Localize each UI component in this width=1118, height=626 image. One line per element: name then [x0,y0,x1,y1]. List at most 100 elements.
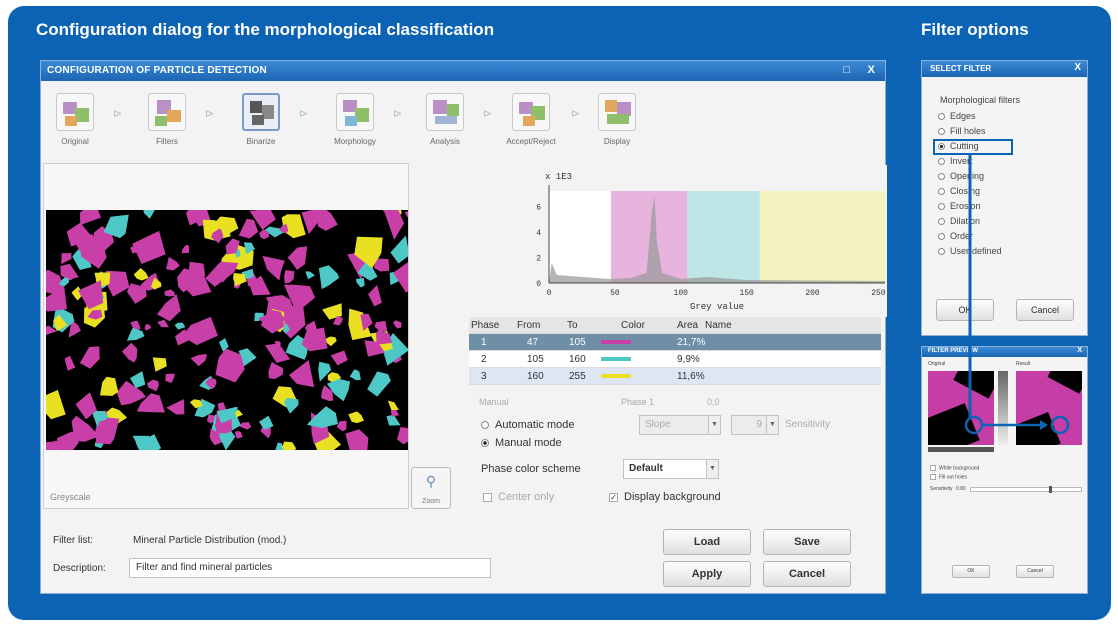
cancel-button[interactable]: Cancel [763,561,851,587]
white-background-label: White background [939,465,980,472]
filter-preview-dialog: FILTER PREVIEW X Original Result White b… [921,346,1088,594]
radio-icon [481,421,489,430]
checkbox-icon [483,492,492,502]
step-arrow-icon: ⊳ [483,108,493,120]
slope-select[interactable]: Slope ▼ [639,415,721,435]
chevron-down-icon: ▼ [708,416,720,434]
automatic-mode-radio[interactable]: Automatic mode [481,419,574,431]
x-tick-label: 150 [739,289,754,298]
phase-cell: 1 [481,337,487,348]
sensitivity-slider[interactable] [970,486,1082,493]
dialog-titlebar: CONFIGURATION OF PARTICLE DETECTION □ X [41,61,885,81]
filter-option-label: Closing [950,186,981,196]
table-row[interactable]: 1 47 105 21,7% [469,334,881,351]
filter-section-title: Filter options [921,20,1029,39]
step-morphology[interactable]: Morphology [325,93,385,146]
step-label: Display [603,137,631,146]
select-filter-title: SELECT FILTER [930,64,992,73]
magnifier-icon: ⚲ [425,473,437,489]
display-background-checkbox[interactable]: ✓ Display background [609,491,721,503]
restore-icon[interactable]: □ [843,64,850,76]
area-cell: 21,7% [677,337,706,348]
chevron-down-icon: ▼ [766,416,778,434]
header-from: From [517,320,541,331]
description-field[interactable]: Filter and find mineral particles [129,558,491,578]
filter-option-fill-holes[interactable]: Fill holes [938,126,986,136]
area-cell: 9,9% [677,354,700,365]
morphology-icon [336,93,374,131]
phase-info: Phase 1 [621,397,655,407]
fill-holes-checkbox[interactable]: Fill out holes [930,474,967,480]
display-background-label: Display background [624,491,721,503]
y-tick-label: 2 [536,254,541,263]
filter-option-opening[interactable]: Opening [938,171,984,181]
checkmark-icon: ✓ [609,492,618,502]
to-cell: 160 [569,354,586,365]
step-arrow-icon: ⊳ [113,108,123,120]
image-viewer[interactable]: Greyscale [43,163,409,509]
filter-list-label: Filter list: [53,535,93,546]
radio-icon [938,128,945,136]
step-analysis[interactable]: Analysis [415,93,475,146]
cancel-button[interactable]: Cancel [1016,299,1074,321]
center-only-checkbox[interactable]: Center only [483,491,554,503]
filter-option-erosion[interactable]: Erosion [938,201,981,211]
filter-option-order[interactable]: Order [938,231,973,241]
area-cell: 11,6% [677,371,705,382]
filter-option-invert[interactable]: Invert [938,156,973,166]
color-scheme-select[interactable]: Default ▼ [623,459,719,479]
close-icon[interactable]: X [867,64,875,76]
filter-option-label: Invert [950,156,973,166]
close-icon[interactable]: X [1077,347,1082,354]
filter-option-dilation[interactable]: Dilation [938,216,980,226]
workflow-steps: Original ⊳ Filters ⊳ Binarize ⊳ Morpholo… [41,87,885,153]
ok-button[interactable]: OK [952,565,990,578]
automatic-mode-label: Automatic mode [495,419,575,431]
radio-icon [938,233,945,241]
step-filters[interactable]: Filters [137,93,197,146]
display-icon [598,93,636,131]
original-label: Original [928,361,946,367]
zoom-button[interactable]: ⚲ Zoom [411,467,451,509]
filter-option-edges[interactable]: Edges [938,111,976,121]
preview-title: FILTER PREVIEW [928,348,978,354]
filter-option-label: Erosion [950,201,981,211]
radio-icon [481,439,489,448]
cancel-button[interactable]: Cancel [1016,565,1054,578]
step-label: Analysis [430,137,460,146]
filter-option-closing[interactable]: Closing [938,186,980,196]
preview-slider[interactable] [998,371,1008,445]
radio-icon [938,113,945,121]
x-tick-label: 100 [674,289,689,298]
y-tick-label: 0 [536,280,541,289]
preview-titlebar: FILTER PREVIEW X [922,347,1087,357]
step-label: Accept/Reject [506,137,556,146]
ok-button[interactable]: OK [936,299,994,321]
step-arrow-icon: ⊳ [571,108,581,120]
sensitivity-stepper[interactable]: 9 ▼ [731,415,779,435]
step-arrow-icon: ⊳ [393,108,403,120]
manual-mode-radio[interactable]: Manual mode [481,437,562,449]
close-icon[interactable]: X [1074,62,1081,73]
original-icon [56,93,94,131]
color-swatch [601,340,631,344]
step-accept-reject[interactable]: Accept/Reject [501,93,561,146]
table-row[interactable]: 3 160 255 11,6% [469,368,881,385]
load-button[interactable]: Load [663,529,751,555]
slider-handle[interactable] [1049,486,1052,493]
radio-icon [938,248,945,256]
sensitivity-label: Sensitivity [930,486,953,492]
grey-value-histogram: x 1E3 0 2 4 6 0 50 100 150 200 250 Grey value [473,165,887,317]
step-binarize[interactable]: Binarize [231,93,291,146]
step-original[interactable]: Original [45,93,105,146]
step-display[interactable]: Display [587,93,647,146]
manual-mode-label: Manual mode [495,437,562,449]
table-row[interactable]: 2 105 160 9,9% [469,351,881,368]
filter-option-user-defined[interactable]: User-defined [938,246,1002,256]
save-button[interactable]: Save [763,529,851,555]
manual-label: Manual [479,397,509,407]
apply-button[interactable]: Apply [663,561,751,587]
step-arrow-icon: ⊳ [299,108,309,120]
white-background-checkbox[interactable]: White background [930,465,979,471]
filter-option-label: Dilation [950,216,981,226]
